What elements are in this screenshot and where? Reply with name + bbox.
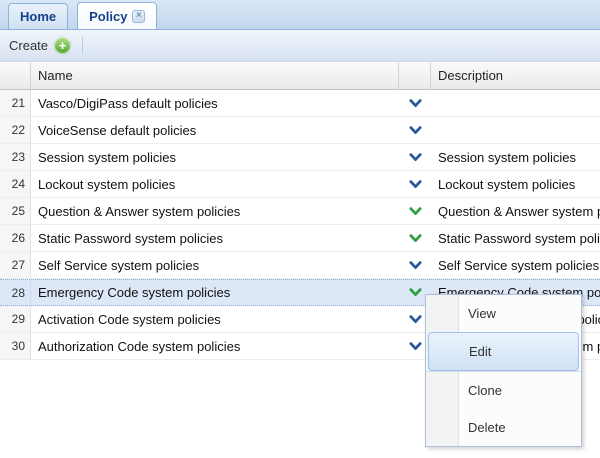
row-description [431,90,600,116]
description-column-header[interactable]: Description [431,62,600,89]
row-description: Lockout system policies [431,171,600,197]
row-name: Lockout system policies [31,171,399,197]
table-row[interactable]: 23Session system policiesSession system … [0,144,600,171]
chevron-down-icon[interactable] [399,252,431,278]
row-description: Self Service system policies [431,252,600,278]
menu-item-edit[interactable]: Edit [428,332,579,371]
row-name: Vasco/DigiPass default policies [31,90,399,116]
toolbar: Create + [0,30,600,62]
app-window: Home Policy × Create + Name Description … [0,0,600,458]
chevron-down-icon[interactable] [399,117,431,143]
table-row[interactable]: 21Vasco/DigiPass default policies [0,90,600,117]
row-number: 21 [0,90,31,116]
table-row[interactable]: 26Static Password system policiesStatic … [0,225,600,252]
row-name: Question & Answer system policies [31,198,399,224]
actions-column-header [399,62,431,89]
toolbar-separator [82,37,83,54]
chevron-down-icon[interactable] [399,225,431,251]
chevron-down-icon[interactable] [399,144,431,170]
row-name: VoiceSense default policies [31,117,399,143]
row-name: Authorization Code system policies [31,333,399,359]
row-number: 30 [0,333,31,359]
row-number: 27 [0,252,31,278]
row-number: 23 [0,144,31,170]
context-menu: ViewEditCloneDelete [425,294,582,447]
table-row[interactable]: 27Self Service system policiesSelf Servi… [0,252,600,279]
tab-policy-label: Policy [89,9,127,24]
menu-item-clone[interactable]: Clone [426,372,581,409]
tab-home-label: Home [20,9,56,24]
tab-policy[interactable]: Policy × [77,2,157,29]
tab-bar: Home Policy × [0,0,600,30]
table-row[interactable]: 25Question & Answer system policiesQuest… [0,198,600,225]
row-name: Activation Code system policies [31,306,399,332]
table-row[interactable]: 22VoiceSense default policies [0,117,600,144]
create-button[interactable]: Create + [9,37,71,54]
row-name: Self Service system policies [31,252,399,278]
row-number: 25 [0,198,31,224]
plus-icon: + [54,37,71,54]
row-number: 28 [0,280,31,305]
chevron-down-icon[interactable] [399,90,431,116]
row-number: 29 [0,306,31,332]
row-number: 24 [0,171,31,197]
table-row[interactable]: 24Lockout system policiesLockout system … [0,171,600,198]
row-name: Static Password system policies [31,225,399,251]
row-number: 22 [0,117,31,143]
row-number: 26 [0,225,31,251]
menu-item-delete[interactable]: Delete [426,409,581,446]
close-icon[interactable]: × [132,10,145,23]
row-description: Session system policies [431,144,600,170]
row-description: Question & Answer system policies [431,198,600,224]
grid-header: Name Description [0,62,600,90]
menu-item-view[interactable]: View [426,295,581,332]
chevron-down-icon[interactable] [399,171,431,197]
row-name: Session system policies [31,144,399,170]
row-description [431,117,600,143]
create-button-label: Create [9,38,48,53]
row-number-column-header [0,62,31,89]
name-column-header[interactable]: Name [31,62,399,89]
tab-home[interactable]: Home [8,3,68,29]
row-name: Emergency Code system policies [31,280,399,305]
row-description: Static Password system policies [431,225,600,251]
chevron-down-icon[interactable] [399,198,431,224]
